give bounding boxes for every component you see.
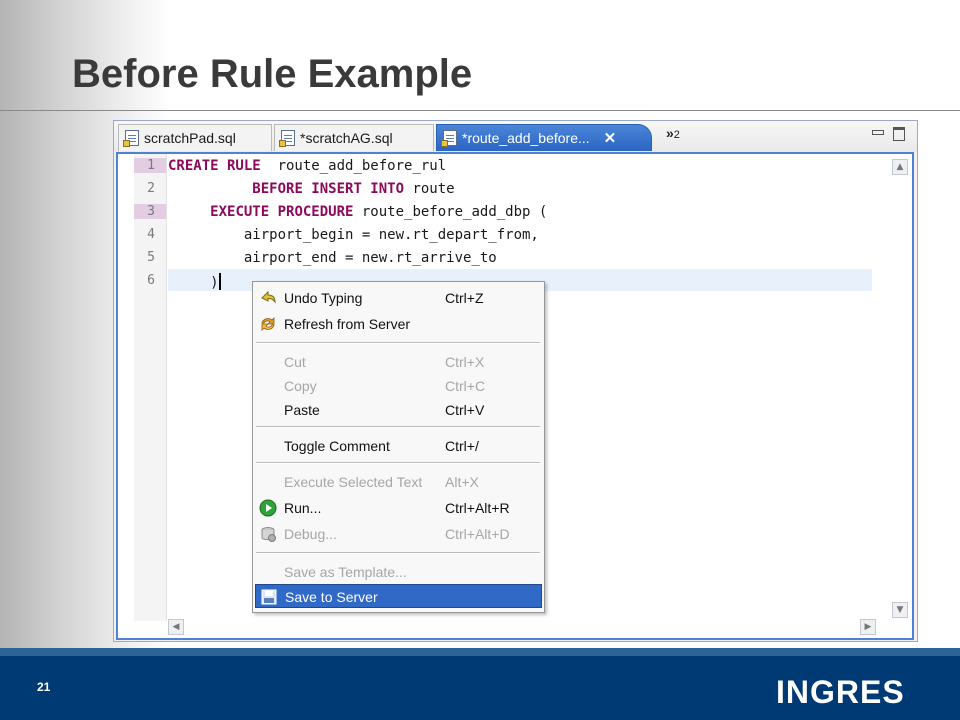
code-line-6: ) — [168, 273, 221, 291]
code-line-5: airport_end = new.rt_arrive_to — [168, 250, 497, 266]
scroll-right-icon[interactable]: ▶ — [860, 619, 876, 635]
context-menu: Undo Typing Ctrl+Z Refresh from Server C… — [252, 281, 545, 613]
menu-item-refresh-from-server[interactable]: Refresh from Server — [255, 312, 542, 336]
menu-label: Save as Template... — [284, 564, 407, 580]
code-text: route — [404, 181, 455, 197]
menu-item-cut: Cut Ctrl+X — [255, 350, 542, 374]
line-number: 5 — [147, 250, 155, 265]
menu-shortcut: Ctrl+V — [445, 402, 485, 418]
menu-shortcut: Alt+X — [445, 474, 479, 490]
menu-label: Execute Selected Text — [284, 474, 423, 490]
menu-item-paste[interactable]: Paste Ctrl+V — [255, 398, 542, 422]
footer-band — [0, 648, 960, 656]
sql-keyword: BEFORE INSERT INTO — [252, 181, 405, 197]
menu-shortcut: Ctrl+X — [445, 354, 485, 370]
ingres-logo: INGRES — [776, 674, 905, 710]
line-number: 4 — [147, 227, 155, 242]
menu-item-save-as-template: Save as Template... — [255, 560, 542, 584]
line-number-gutter: 1 2 3 4 5 6 — [134, 154, 167, 621]
line-number: 6 — [147, 273, 155, 288]
line-number: 1 — [134, 158, 166, 173]
code-text: route_add_before_rul — [260, 158, 447, 174]
scroll-left-icon[interactable]: ◀ — [168, 619, 184, 635]
menu-separator — [256, 552, 540, 554]
refresh-icon — [261, 317, 275, 331]
menu-separator — [256, 462, 540, 464]
sql-keyword: EXECUTE PROCEDURE — [210, 204, 354, 220]
code-line-1: CREATE RULE route_add_before_rul — [168, 158, 446, 174]
tab-overflow-chevron-icon[interactable]: »2 — [666, 125, 680, 141]
page-number: 21 — [37, 680, 51, 694]
save-server-icon — [261, 589, 277, 605]
tab-label: *scratchAG.sql — [300, 130, 393, 146]
horizontal-scrollbar[interactable]: ◀ ▶ — [168, 618, 876, 636]
debug-icon — [261, 527, 276, 542]
menu-label: Run... — [284, 500, 322, 516]
tab-route-add-before[interactable]: *route_add_before... ✕ — [436, 124, 652, 151]
line-number: 3 — [134, 204, 166, 219]
chevron-double-icon: » — [666, 125, 674, 141]
menu-shortcut: Ctrl+Alt+D — [445, 526, 510, 542]
menu-item-debug: Debug... Ctrl+Alt+D — [255, 522, 542, 546]
sql-file-icon — [279, 130, 295, 147]
code-text: route_before_add_dbp ( — [353, 204, 548, 220]
close-tab-icon[interactable]: ✕ — [604, 129, 617, 147]
slide-title: Before Rule Example — [72, 52, 473, 96]
editor-tab-bar: scratchPad.sql *scratchAG.sql *route_add… — [114, 121, 917, 152]
tab-scratchpad[interactable]: scratchPad.sql — [118, 124, 272, 151]
menu-item-run[interactable]: Run... Ctrl+Alt+R — [255, 496, 542, 520]
code-line-2: BEFORE INSERT INTO route — [168, 181, 455, 197]
tab-label: *route_add_before... — [462, 130, 590, 146]
menu-label: Save to Server — [285, 589, 378, 605]
scroll-down-icon[interactable]: ▼ — [892, 602, 908, 618]
title-divider — [0, 110, 960, 111]
menu-label: Debug... — [284, 526, 337, 542]
code-line-4: airport_begin = new.rt_depart_from, — [168, 227, 539, 243]
sql-keyword: CREATE RULE — [168, 158, 261, 174]
menu-label: Toggle Comment — [284, 438, 390, 454]
code-text: ) — [168, 275, 219, 291]
menu-label: Undo Typing — [284, 290, 363, 306]
run-icon — [259, 499, 277, 517]
menu-label: Paste — [284, 402, 320, 418]
tab-label: scratchPad.sql — [144, 130, 236, 146]
menu-item-save-to-server[interactable]: Save to Server — [255, 584, 542, 608]
sql-file-icon — [441, 130, 457, 147]
overflow-count: 2 — [673, 129, 680, 141]
menu-shortcut: Ctrl+C — [445, 378, 486, 394]
text-caret — [218, 273, 221, 290]
line-number: 2 — [147, 181, 155, 196]
code-line-3: EXECUTE PROCEDURE route_before_add_dbp ( — [168, 204, 547, 220]
menu-shortcut: Ctrl+Alt+R — [445, 500, 510, 516]
menu-item-execute-selected-text: Execute Selected Text Alt+X — [255, 470, 542, 494]
sql-file-icon — [123, 130, 139, 147]
menu-shortcut: Ctrl+Z — [445, 290, 484, 306]
menu-separator — [256, 342, 540, 344]
maximize-icon[interactable] — [893, 127, 905, 141]
menu-shortcut: Ctrl+/ — [445, 438, 479, 454]
menu-label: Cut — [284, 354, 306, 370]
scroll-up-icon[interactable]: ▲ — [892, 159, 908, 175]
menu-item-copy: Copy Ctrl+C — [255, 374, 542, 398]
menu-label: Copy — [284, 378, 317, 394]
minimize-icon[interactable] — [872, 130, 884, 135]
undo-icon — [261, 290, 276, 304]
vertical-scrollbar[interactable]: ▲ ▼ — [892, 156, 910, 618]
menu-item-toggle-comment[interactable]: Toggle Comment Ctrl+/ — [255, 434, 542, 458]
menu-separator — [256, 426, 540, 428]
menu-label: Refresh from Server — [284, 316, 411, 332]
menu-item-undo-typing[interactable]: Undo Typing Ctrl+Z — [255, 286, 542, 310]
tab-scratchag[interactable]: *scratchAG.sql — [274, 124, 434, 151]
